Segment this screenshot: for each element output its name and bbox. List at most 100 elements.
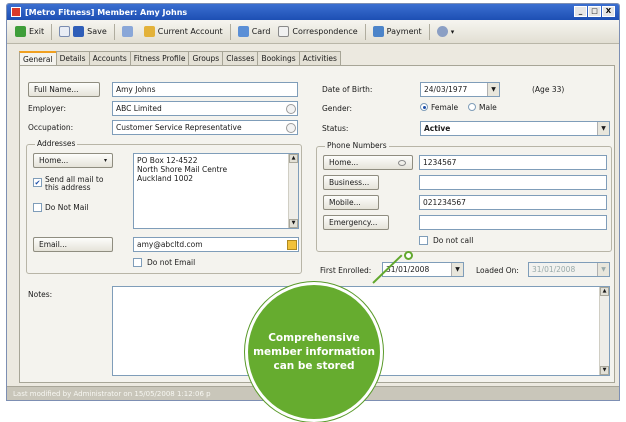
tab-classes[interactable]: Classes bbox=[222, 51, 259, 65]
status-value: Active bbox=[424, 124, 451, 133]
feature-callout: Comprehensive member information can be … bbox=[245, 282, 383, 422]
globe-icon bbox=[436, 26, 448, 37]
phone-business-button[interactable]: Business... bbox=[323, 175, 379, 190]
do-not-mail-checkbox[interactable] bbox=[33, 203, 42, 212]
address-line-3: Auckland 1002 bbox=[137, 174, 194, 183]
do-not-call-checkbox[interactable] bbox=[419, 236, 428, 245]
status-select[interactable]: Active ▼ bbox=[420, 121, 610, 136]
maximize-button[interactable]: □ bbox=[588, 6, 601, 17]
send-all-mail-checkbox[interactable]: ✔ bbox=[33, 178, 42, 187]
correspondence-button[interactable]: Correspondence bbox=[274, 22, 361, 42]
callout-pointer-dot bbox=[404, 251, 413, 260]
loaded-on-value: 31/01/2008 bbox=[532, 265, 576, 274]
scroll-down-icon[interactable]: ▼ bbox=[289, 219, 298, 228]
phone-numbers-title: Phone Numbers bbox=[325, 141, 389, 150]
tab-general[interactable]: General bbox=[19, 51, 57, 66]
phone-mobile-button[interactable]: Mobile... bbox=[323, 195, 379, 210]
exit-label: Exit bbox=[29, 27, 45, 36]
more-dropdown-icon: ▾ bbox=[450, 27, 455, 36]
chevron-down-icon[interactable]: ▼ bbox=[487, 83, 499, 96]
tab-groups[interactable]: Groups bbox=[188, 51, 224, 65]
dob-value: 24/03/1977 bbox=[424, 85, 468, 94]
phone-numbers-group: Phone Numbers Home... 1234567 Business..… bbox=[316, 141, 612, 252]
tab-accounts[interactable]: Accounts bbox=[88, 51, 131, 65]
payment-label: Payment bbox=[386, 27, 422, 36]
exit-button[interactable]: Exit bbox=[11, 22, 48, 42]
search-icon[interactable] bbox=[286, 123, 296, 133]
phone-emergency-button[interactable]: Emergency... bbox=[323, 215, 389, 230]
gender-male-radio[interactable] bbox=[468, 103, 476, 111]
age-label: (Age 33) bbox=[532, 85, 565, 94]
phone-mobile-field[interactable]: 021234567 bbox=[419, 195, 607, 210]
scroll-up-icon[interactable]: ▲ bbox=[600, 287, 609, 296]
gender-female-radio[interactable] bbox=[420, 103, 428, 111]
full-name-field[interactable]: Amy Johns bbox=[112, 82, 298, 97]
card-button[interactable]: Card bbox=[234, 22, 275, 42]
toolbar-separator bbox=[113, 23, 115, 40]
send-email-icon[interactable] bbox=[287, 240, 297, 250]
phone-business-field[interactable] bbox=[419, 175, 607, 190]
chevron-down-icon[interactable]: ▼ bbox=[597, 122, 609, 135]
toolbar-separator bbox=[364, 23, 366, 40]
email-button[interactable]: Email... bbox=[33, 237, 113, 252]
address-textarea[interactable]: PO Box 12-4522 North Shore Mail Centre A… bbox=[133, 153, 299, 229]
more-button[interactable]: ▾ bbox=[433, 22, 459, 42]
callout-line-2: member information bbox=[253, 346, 375, 358]
phone-home-button[interactable]: Home... bbox=[323, 155, 413, 170]
phone-home-field[interactable]: 1234567 bbox=[419, 155, 607, 170]
eye-icon bbox=[398, 159, 406, 166]
tab-activities[interactable]: Activities bbox=[298, 51, 341, 65]
tab-bookings[interactable]: Bookings bbox=[257, 51, 300, 65]
chevron-down-icon: ▾ bbox=[103, 157, 107, 164]
full-name-button[interactable]: Full Name... bbox=[28, 82, 100, 97]
card-icon bbox=[237, 26, 249, 37]
callout-text: Comprehensive member information can be … bbox=[248, 331, 380, 373]
address-scrollbar[interactable]: ▲ ▼ bbox=[288, 154, 298, 228]
toolbar-separator bbox=[229, 23, 231, 40]
first-enrolled-value: 31/01/2008 bbox=[386, 265, 430, 274]
notes-label: Notes: bbox=[28, 290, 53, 299]
tab-strip: General Details Accounts Fitness Profile… bbox=[19, 51, 341, 66]
first-enrolled-field[interactable]: 31/01/2008 ▼ bbox=[382, 262, 464, 277]
addresses-group: Addresses Home... ▾ ✔ Send all mail to t… bbox=[26, 139, 302, 274]
scroll-up-icon[interactable]: ▲ bbox=[289, 154, 298, 163]
undo-button[interactable] bbox=[118, 22, 140, 42]
occupation-value: Customer Service Representative bbox=[116, 123, 242, 132]
first-enrolled-label: First Enrolled: bbox=[320, 266, 372, 275]
loaded-on-field: 31/01/2008 ▼ bbox=[528, 262, 610, 277]
close-button[interactable]: X bbox=[602, 6, 615, 17]
tab-fitness-profile[interactable]: Fitness Profile bbox=[129, 51, 190, 65]
undo-icon bbox=[121, 26, 133, 37]
callout-line-3: can be stored bbox=[273, 360, 355, 372]
coins-icon bbox=[143, 26, 155, 37]
gender-male-label: Male bbox=[479, 103, 497, 112]
chevron-down-icon[interactable]: ▼ bbox=[451, 263, 463, 276]
address-home-button[interactable]: Home... ▾ bbox=[33, 153, 113, 168]
dob-field[interactable]: 24/03/1977 ▼ bbox=[420, 82, 500, 97]
minimize-button[interactable]: _ bbox=[574, 6, 587, 17]
occupation-field[interactable]: Customer Service Representative bbox=[112, 120, 298, 135]
exit-icon bbox=[15, 26, 26, 37]
address-line-2: North Shore Mail Centre bbox=[137, 165, 228, 174]
notes-scrollbar[interactable]: ▲ ▼ bbox=[599, 287, 609, 375]
scroll-down-icon[interactable]: ▼ bbox=[600, 366, 609, 375]
dob-label: Date of Birth: bbox=[322, 85, 373, 94]
save-icon bbox=[73, 26, 85, 37]
loaded-on-label: Loaded On: bbox=[476, 266, 519, 275]
employer-field[interactable]: ABC Limited bbox=[112, 101, 298, 116]
toolbar-separator bbox=[428, 23, 430, 40]
tab-details[interactable]: Details bbox=[55, 51, 90, 65]
callout-line-1: Comprehensive bbox=[268, 332, 360, 344]
addresses-title: Addresses bbox=[35, 139, 78, 148]
save-button[interactable]: Save bbox=[55, 22, 111, 42]
payment-icon bbox=[372, 26, 384, 37]
do-not-call-label: Do not call bbox=[433, 236, 474, 245]
phone-emergency-field[interactable] bbox=[419, 215, 607, 230]
current-account-button[interactable]: Current Account bbox=[140, 22, 227, 42]
window-controls: _ □ X bbox=[574, 6, 615, 17]
search-icon[interactable] bbox=[286, 104, 296, 114]
payment-button[interactable]: Payment bbox=[369, 22, 426, 42]
do-not-email-checkbox[interactable] bbox=[133, 258, 142, 267]
email-field[interactable]: amy@abcltd.com bbox=[133, 237, 299, 252]
document-icon bbox=[278, 26, 290, 37]
